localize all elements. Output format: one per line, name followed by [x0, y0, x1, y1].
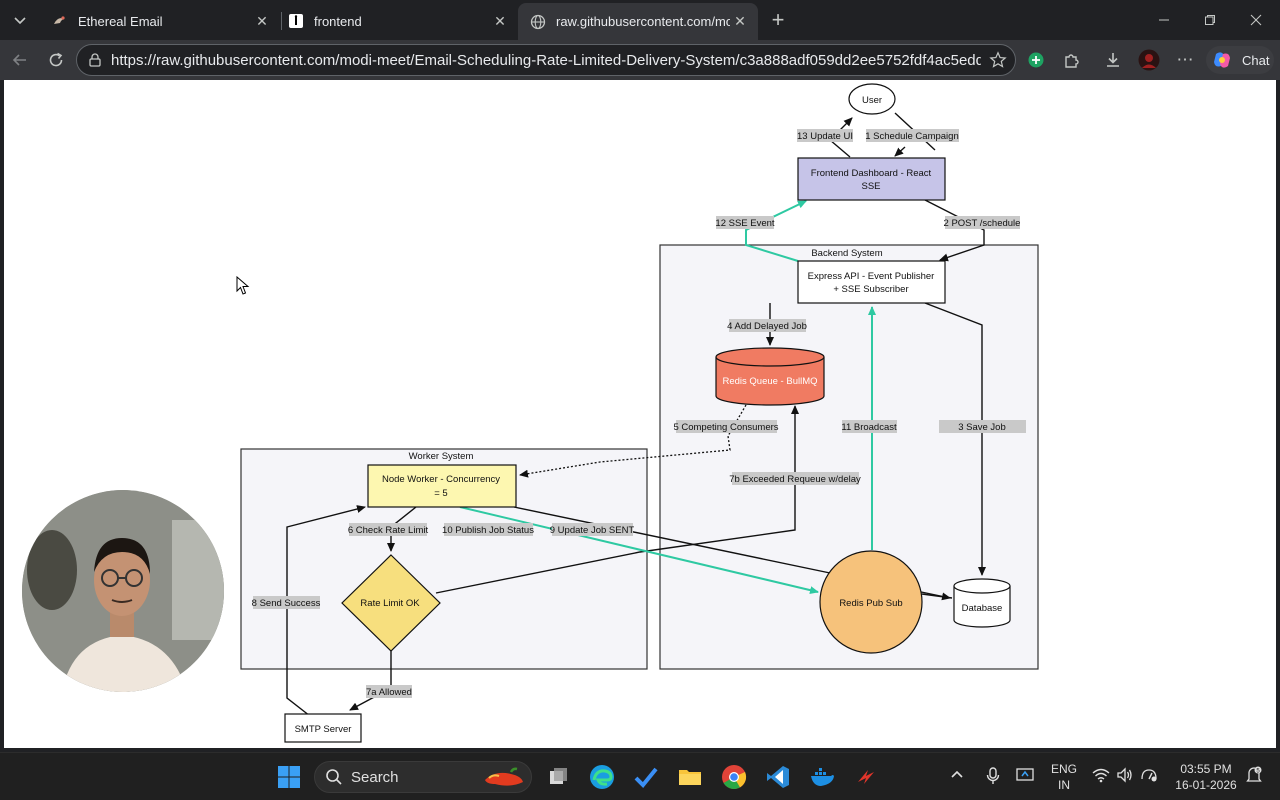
worker-system-title: Worker System — [409, 451, 474, 462]
rate-limit-label: Rate Limit OK — [360, 598, 420, 609]
file-explorer-folder-icon[interactable] — [674, 761, 706, 793]
extension-add-icon[interactable] — [1022, 46, 1050, 74]
close-window-icon[interactable] — [1233, 0, 1279, 40]
search-icon — [325, 768, 343, 786]
chat-label: Chat — [1242, 52, 1270, 68]
reload-icon[interactable] — [42, 46, 70, 74]
tab-label: Ethereal Email — [78, 13, 163, 29]
edge-user-to-frontend-head — [894, 146, 906, 157]
docker-icon[interactable] — [806, 761, 838, 793]
tab-frontend[interactable]: frontend ✕ — [276, 5, 518, 37]
globe-icon — [530, 14, 546, 30]
screen-share-icon[interactable] — [1016, 767, 1034, 787]
tab-raw-github[interactable]: raw.githubusercontent.com/modi ✕ — [518, 3, 758, 40]
taskbar-search-box[interactable]: Search — [314, 761, 532, 793]
edge-label-12: 12 SSE Event — [715, 218, 775, 229]
bookmark-star-icon[interactable] — [989, 51, 1007, 69]
node-worker-node — [367, 464, 517, 508]
minimize-icon[interactable] — [1141, 0, 1187, 40]
frontend-favicon — [288, 13, 304, 29]
restore-icon[interactable] — [1187, 0, 1233, 40]
url-text: https://raw.githubusercontent.com/modi-m… — [111, 51, 981, 69]
close-tab-icon[interactable]: ✕ — [490, 11, 510, 31]
edge-label-11: 11 Broadcast — [841, 422, 897, 433]
backend-system-title: Backend System — [811, 248, 882, 259]
redis-queue-label: Redis Queue - BullMQ — [722, 376, 817, 387]
close-tab-icon[interactable]: ✕ — [730, 12, 750, 32]
presenter-webcam-image — [22, 490, 224, 692]
ethereal-favicon — [52, 13, 68, 29]
user-label: User — [862, 95, 882, 106]
tab-search-chevron-icon[interactable] — [6, 6, 34, 34]
edge-label-7b: 7b Exceeded Requeue w/delay — [729, 474, 861, 485]
clock-time: 03:55 PM — [1180, 762, 1232, 776]
node-worker-label-line1: Node Worker - Concurrency — [382, 474, 500, 485]
site-info-icon[interactable] — [87, 52, 103, 68]
edge-browser-icon[interactable] — [586, 761, 618, 793]
tab-label: frontend — [314, 13, 362, 29]
close-tab-icon[interactable]: ✕ — [252, 11, 272, 31]
more-options-icon[interactable]: ⋯ — [1171, 46, 1199, 74]
edge-label-7a: 7a Allowed — [366, 687, 412, 698]
edge-label-2: 2 POST /schedule — [944, 218, 1021, 229]
chrome-icon[interactable] — [718, 761, 750, 793]
edge-label-6: 6 Check Rate Limit — [348, 525, 429, 536]
wifi-icon[interactable] — [1092, 767, 1110, 787]
pubsub-label: Redis Pub Sub — [839, 598, 902, 609]
vscode-icon[interactable] — [762, 761, 794, 793]
browser-tab-bar: Ethereal Email ✕ frontend ✕ raw.githubus… — [0, 0, 1280, 40]
task-view-icon[interactable] — [543, 761, 575, 793]
volume-icon[interactable] — [1116, 767, 1134, 787]
tab-label: raw.githubusercontent.com/modi — [556, 14, 730, 29]
node-worker-label-line2: = 5 — [434, 488, 447, 499]
tab-ethereal-email[interactable]: Ethereal Email ✕ — [40, 5, 280, 37]
language-code: ENG — [1050, 762, 1077, 776]
copilot-icon — [1212, 50, 1232, 70]
download-icon[interactable] — [1099, 46, 1127, 74]
region-code: IN — [1058, 778, 1070, 792]
windows-taskbar: Search ENG IN 03:55 PM 16-01-2026 5 — [0, 752, 1280, 800]
edge-label-9: 9 Update Job SENT — [550, 525, 635, 536]
webcam-overlay — [22, 490, 224, 692]
express-label-line1: Express API - Event Publisher — [808, 271, 935, 282]
mouse-cursor-icon — [236, 275, 250, 301]
redis-insight-icon[interactable] — [850, 761, 882, 793]
database-label: Database — [962, 603, 1003, 614]
search-highlight-chili-icon — [481, 766, 525, 788]
microphone-icon[interactable] — [985, 767, 1001, 789]
express-label-line2: + SSE Subscriber — [833, 284, 908, 295]
edge-label-8: 8 Send Success — [252, 598, 321, 609]
tray-overflow-chevron-icon[interactable] — [950, 767, 964, 785]
express-api-node — [797, 260, 946, 304]
windows-start-icon[interactable] — [273, 761, 305, 793]
language-indicator[interactable]: ENG IN — [1046, 761, 1082, 793]
frontend-label-line1: Frontend Dashboard - React — [811, 168, 932, 179]
frontend-label-line2: SSE — [861, 181, 880, 192]
todo-checkmark-icon[interactable] — [630, 761, 662, 793]
new-tab-plus-icon[interactable]: + — [764, 6, 792, 34]
extensions-puzzle-icon[interactable] — [1058, 46, 1086, 74]
edge-label-13: 13 Update UI — [797, 131, 853, 142]
battery-saver-icon[interactable] — [1140, 767, 1158, 787]
edge-label-4: 4 Add Delayed Job — [727, 321, 807, 332]
frontend-dashboard-node — [797, 157, 946, 201]
notification-bell-icon[interactable]: 5 — [1246, 765, 1262, 789]
clock[interactable]: 03:55 PM 16-01-2026 — [1166, 761, 1246, 793]
edge-label-10: 10 Publish Job Status — [442, 525, 534, 536]
clock-date: 16-01-2026 — [1175, 778, 1237, 792]
address-bar[interactable]: https://raw.githubusercontent.com/modi-m… — [76, 44, 1016, 76]
edge-label-5: 5 Competing Consumers — [673, 422, 778, 433]
smtp-label: SMTP Server — [295, 724, 352, 735]
search-label: Search — [351, 768, 399, 786]
copilot-chat-button[interactable]: Chat — [1206, 46, 1274, 74]
back-arrow-icon[interactable] — [6, 46, 34, 74]
profile-avatar[interactable] — [1135, 46, 1163, 74]
edge-label-3: 3 Save Job — [958, 422, 1006, 433]
edge-label-1: 1 Schedule Campaign — [865, 131, 958, 142]
